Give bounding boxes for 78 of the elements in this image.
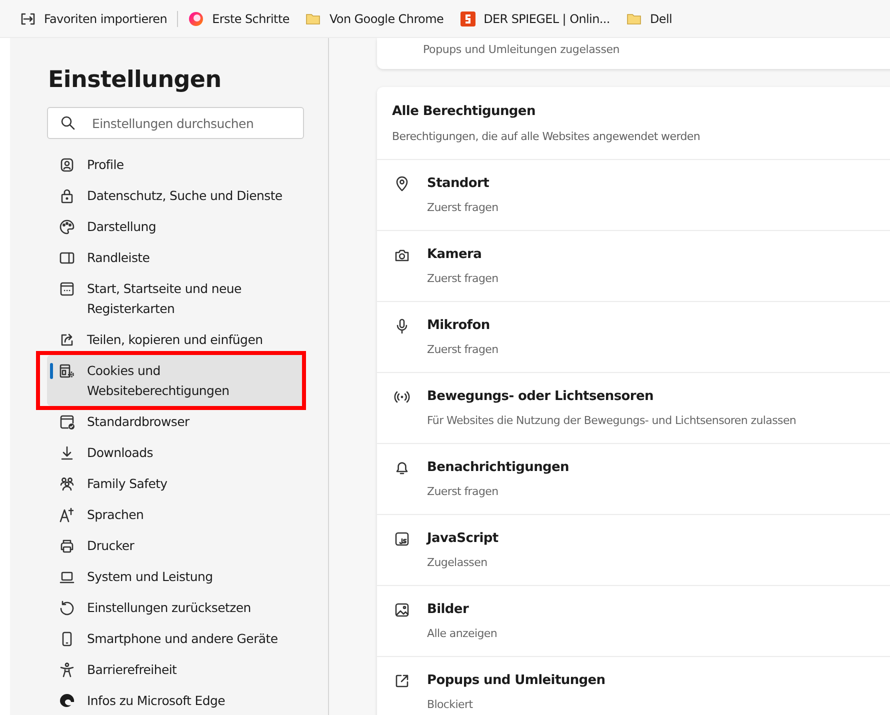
nav-item[interactable]: Family Safety [47, 468, 304, 499]
bookmark-item[interactable]: Von Google Chrome [297, 10, 452, 26]
permission-status: Zuerst fragen [427, 484, 498, 500]
permission-row[interactable]: Bilder Alle anzeigen [377, 586, 890, 657]
permission-title: Bewegungs- oder Lichtsensoren [427, 388, 654, 406]
nav-item[interactable]: Sprachen [47, 499, 304, 530]
permission-row[interactable]: Standort Zuerst fragen [377, 160, 890, 231]
permission-status: Zuerst fragen [427, 342, 498, 358]
language-icon [59, 506, 75, 522]
nav-item[interactable]: Infos zu Microsoft Edge [47, 685, 304, 715]
permission-status: Zuerst fragen [427, 200, 498, 216]
accessibility-icon [59, 662, 75, 678]
window-icon [59, 280, 75, 296]
sidebar-icon [59, 250, 75, 266]
search-field[interactable]: Einstellungen durchsuchen [47, 107, 304, 139]
permission-status: Zuerst fragen [427, 271, 498, 287]
nav-item[interactable]: Darstellung [47, 211, 304, 242]
browser-check-icon [59, 414, 75, 430]
nav-item[interactable]: Teilen, kopieren und einfügen [47, 324, 304, 355]
permission-title: Mikrofon [427, 317, 490, 335]
nav-item[interactable]: Barrierefreiheit [47, 654, 304, 685]
permission-title: JavaScript [427, 530, 498, 548]
nav-item[interactable]: Randleiste [47, 242, 304, 273]
permission-title: Popups und Umleitungen [427, 672, 606, 690]
permission-status: Für Websites die Nutzung der Bewegungs- und Lichtsensoren zulassen [427, 413, 796, 429]
settings-icon [59, 362, 75, 378]
camera-icon [394, 247, 410, 263]
microphone-icon [394, 318, 410, 334]
search-icon [60, 115, 76, 131]
location-pin-icon [394, 176, 410, 192]
lock-icon [59, 188, 75, 204]
family-icon [59, 476, 75, 492]
sensor-icon [394, 389, 410, 405]
image-icon [394, 602, 410, 618]
permission-title: Bilder [427, 601, 469, 619]
permission-title: Standort [427, 175, 490, 193]
selection-indicator [50, 363, 53, 379]
section-subtitle: Berechtigungen, die auf alle Websites angewendet werden [392, 129, 700, 145]
news-logo-icon [460, 10, 476, 26]
permission-row[interactable]: Mikrofon Zuerst fragen [377, 302, 890, 373]
nav-item[interactable]: Profile [47, 149, 304, 180]
nav-item[interactable]: Einstellungen zurücksetzen [47, 592, 304, 623]
permission-status: Zugelassen [427, 555, 488, 571]
permission-status: Alle anzeigen [427, 626, 498, 642]
download-icon [59, 444, 75, 460]
permission-title: Kamera [427, 246, 482, 264]
setting-status: Popups und Umleitungen zugelassen [423, 43, 620, 56]
share-icon [59, 332, 75, 348]
section-title: Alle Berechtigungen [392, 103, 536, 121]
bookmark-item[interactable]: Favoriten importieren [12, 10, 176, 26]
reset-icon [59, 600, 75, 616]
palette-icon [59, 218, 75, 234]
permission-row[interactable]: Benachrichtigungen Zuerst fragen [377, 444, 890, 515]
permission-row[interactable]: Popups und Umleitungen Blockiert [377, 657, 890, 715]
import-icon [20, 10, 36, 26]
script-icon [394, 531, 410, 547]
bookmark-item[interactable]: DER SPIEGEL | Onlin... [452, 10, 618, 26]
nav-item[interactable]: Datenschutz, Suche und Dienste [47, 180, 304, 211]
swirl-logo-icon [188, 10, 204, 26]
permission-row[interactable]: Kamera Zuerst fragen [377, 231, 890, 302]
permission-row[interactable]: Bewegungs- oder Lichtsensoren Für Websites die Nutzung der Bewegungs- und Lichtsensoren zulassen [377, 373, 890, 444]
page-title: Einstellungen [47, 66, 222, 95]
bookmark-item[interactable]: Erste Schritte [180, 10, 298, 26]
profile-icon [59, 156, 75, 172]
nav-item[interactable]: System und Leistung [47, 561, 304, 592]
permission-row[interactable]: JavaScript Zugelassen [377, 515, 890, 586]
bell-icon [394, 460, 410, 476]
external-link-icon [394, 673, 410, 689]
permission-title: Benachrichtigungen [427, 459, 570, 477]
printer-icon [59, 538, 75, 554]
permission-status: Blockiert [427, 697, 473, 713]
bookmark-item[interactable]: Dell [618, 10, 680, 26]
nav-item[interactable]: Smartphone und andere Geräte [47, 623, 304, 654]
nav-item[interactable]: Standardbrowser [47, 406, 304, 437]
nav-item[interactable]: Downloads [47, 437, 304, 468]
nav-item[interactable]: Drucker [47, 530, 304, 561]
swirl-logo-icon [59, 692, 75, 708]
nav-item[interactable]: Start, Startseite und neue Registerkarten [47, 273, 304, 324]
